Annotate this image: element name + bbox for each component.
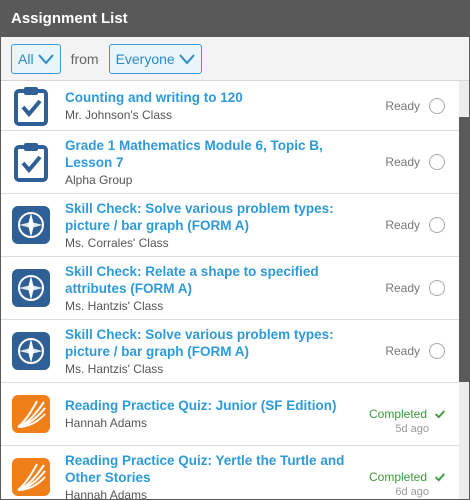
status-indicator: Ready: [369, 280, 459, 296]
assignment-class: Ms. Hantzis' Class: [65, 361, 164, 376]
panel-title: Assignment List: [1, 1, 469, 37]
list-item[interactable]: Skill Check: Solve various problem types…: [1, 320, 459, 383]
status-indicator: Ready: [369, 217, 459, 233]
source-dropdown-value: Everyone: [115, 50, 175, 67]
chevron-down-icon: [37, 53, 54, 65]
compass-icon: [11, 268, 51, 308]
completed-time: 6d ago: [395, 486, 429, 498]
status-indicator: Ready: [369, 154, 459, 170]
list-item[interactable]: Skill Check: Solve various problem types…: [1, 194, 459, 257]
status-text: Ready: [385, 218, 420, 232]
compass-icon: [11, 331, 51, 371]
scope-dropdown[interactable]: All: [11, 43, 61, 74]
list-item[interactable]: Reading Practice Quiz: Yertle the Turtle…: [1, 446, 459, 499]
assignment-list: Counting and writing to 120 Mr. Johnson'…: [1, 81, 459, 499]
assignment-class: Hannah Adams: [65, 487, 148, 500]
book-pages-icon: [11, 394, 51, 434]
scrollbar-track[interactable]: [459, 81, 469, 499]
assignment-list-panel: Assignment List All from Everyone Counti…: [0, 0, 470, 500]
checkmark-icon: [435, 473, 445, 482]
status-text: Ready: [385, 281, 420, 295]
status-text: Completed: [369, 407, 428, 421]
clipboard-check-icon: [11, 86, 51, 126]
status-indicator: Completed: [369, 407, 459, 421]
assignment-class: Ms. Corrales' Class: [65, 235, 169, 250]
assignment-class: Mr. Johnson's Class: [65, 107, 172, 122]
book-pages-icon: [11, 457, 51, 497]
status-indicator: Ready: [369, 343, 459, 359]
checkmark-icon: [435, 410, 445, 419]
empty-circle-icon: [429, 154, 445, 170]
chevron-down-icon: [178, 53, 195, 65]
status-text: Ready: [385, 155, 420, 169]
scrollbar-thumb[interactable]: [459, 117, 469, 382]
assignment-title[interactable]: Grade 1 Mathematics Module 6, Topic B, L…: [65, 137, 369, 171]
empty-circle-icon: [429, 217, 445, 233]
status-indicator: Completed: [369, 470, 459, 484]
list-item[interactable]: Skill Check: Relate a shape to specified…: [1, 257, 459, 320]
empty-circle-icon: [429, 97, 445, 114]
assignment-class: Ms. Hantzis' Class: [65, 298, 164, 313]
scope-dropdown-value: All: [18, 50, 34, 67]
empty-circle-icon: [429, 280, 445, 296]
assignment-title[interactable]: Reading Practice Quiz: Junior (SF Editio…: [65, 397, 369, 414]
completed-time: 5d ago: [395, 423, 429, 435]
status-text: Ready: [385, 344, 420, 358]
assignment-title[interactable]: Skill Check: Solve various problem types…: [65, 326, 369, 360]
from-label: from: [70, 50, 99, 67]
assignment-title[interactable]: Counting and writing to 120: [65, 89, 369, 106]
clipboard-check-icon: [11, 142, 51, 182]
assignment-class: Alpha Group: [65, 172, 133, 187]
status-text: Ready: [385, 98, 420, 113]
assignment-title[interactable]: Skill Check: Relate a shape to specified…: [65, 263, 369, 297]
list-item[interactable]: Reading Practice Quiz: Junior (SF Editio…: [1, 383, 459, 446]
compass-icon: [11, 205, 51, 245]
list-item[interactable]: Grade 1 Mathematics Module 6, Topic B, L…: [1, 131, 459, 194]
assignment-class: Hannah Adams: [65, 416, 148, 430]
filter-bar: All from Everyone: [1, 37, 469, 81]
empty-circle-icon: [429, 343, 445, 359]
status-indicator: Ready: [369, 97, 459, 114]
source-dropdown[interactable]: Everyone: [108, 43, 202, 74]
status-text: Completed: [369, 470, 428, 484]
assignment-title[interactable]: Reading Practice Quiz: Yertle the Turtle…: [65, 452, 369, 486]
assignment-title[interactable]: Skill Check: Solve various problem types…: [65, 200, 369, 234]
list-item[interactable]: Counting and writing to 120 Mr. Johnson'…: [1, 81, 459, 131]
